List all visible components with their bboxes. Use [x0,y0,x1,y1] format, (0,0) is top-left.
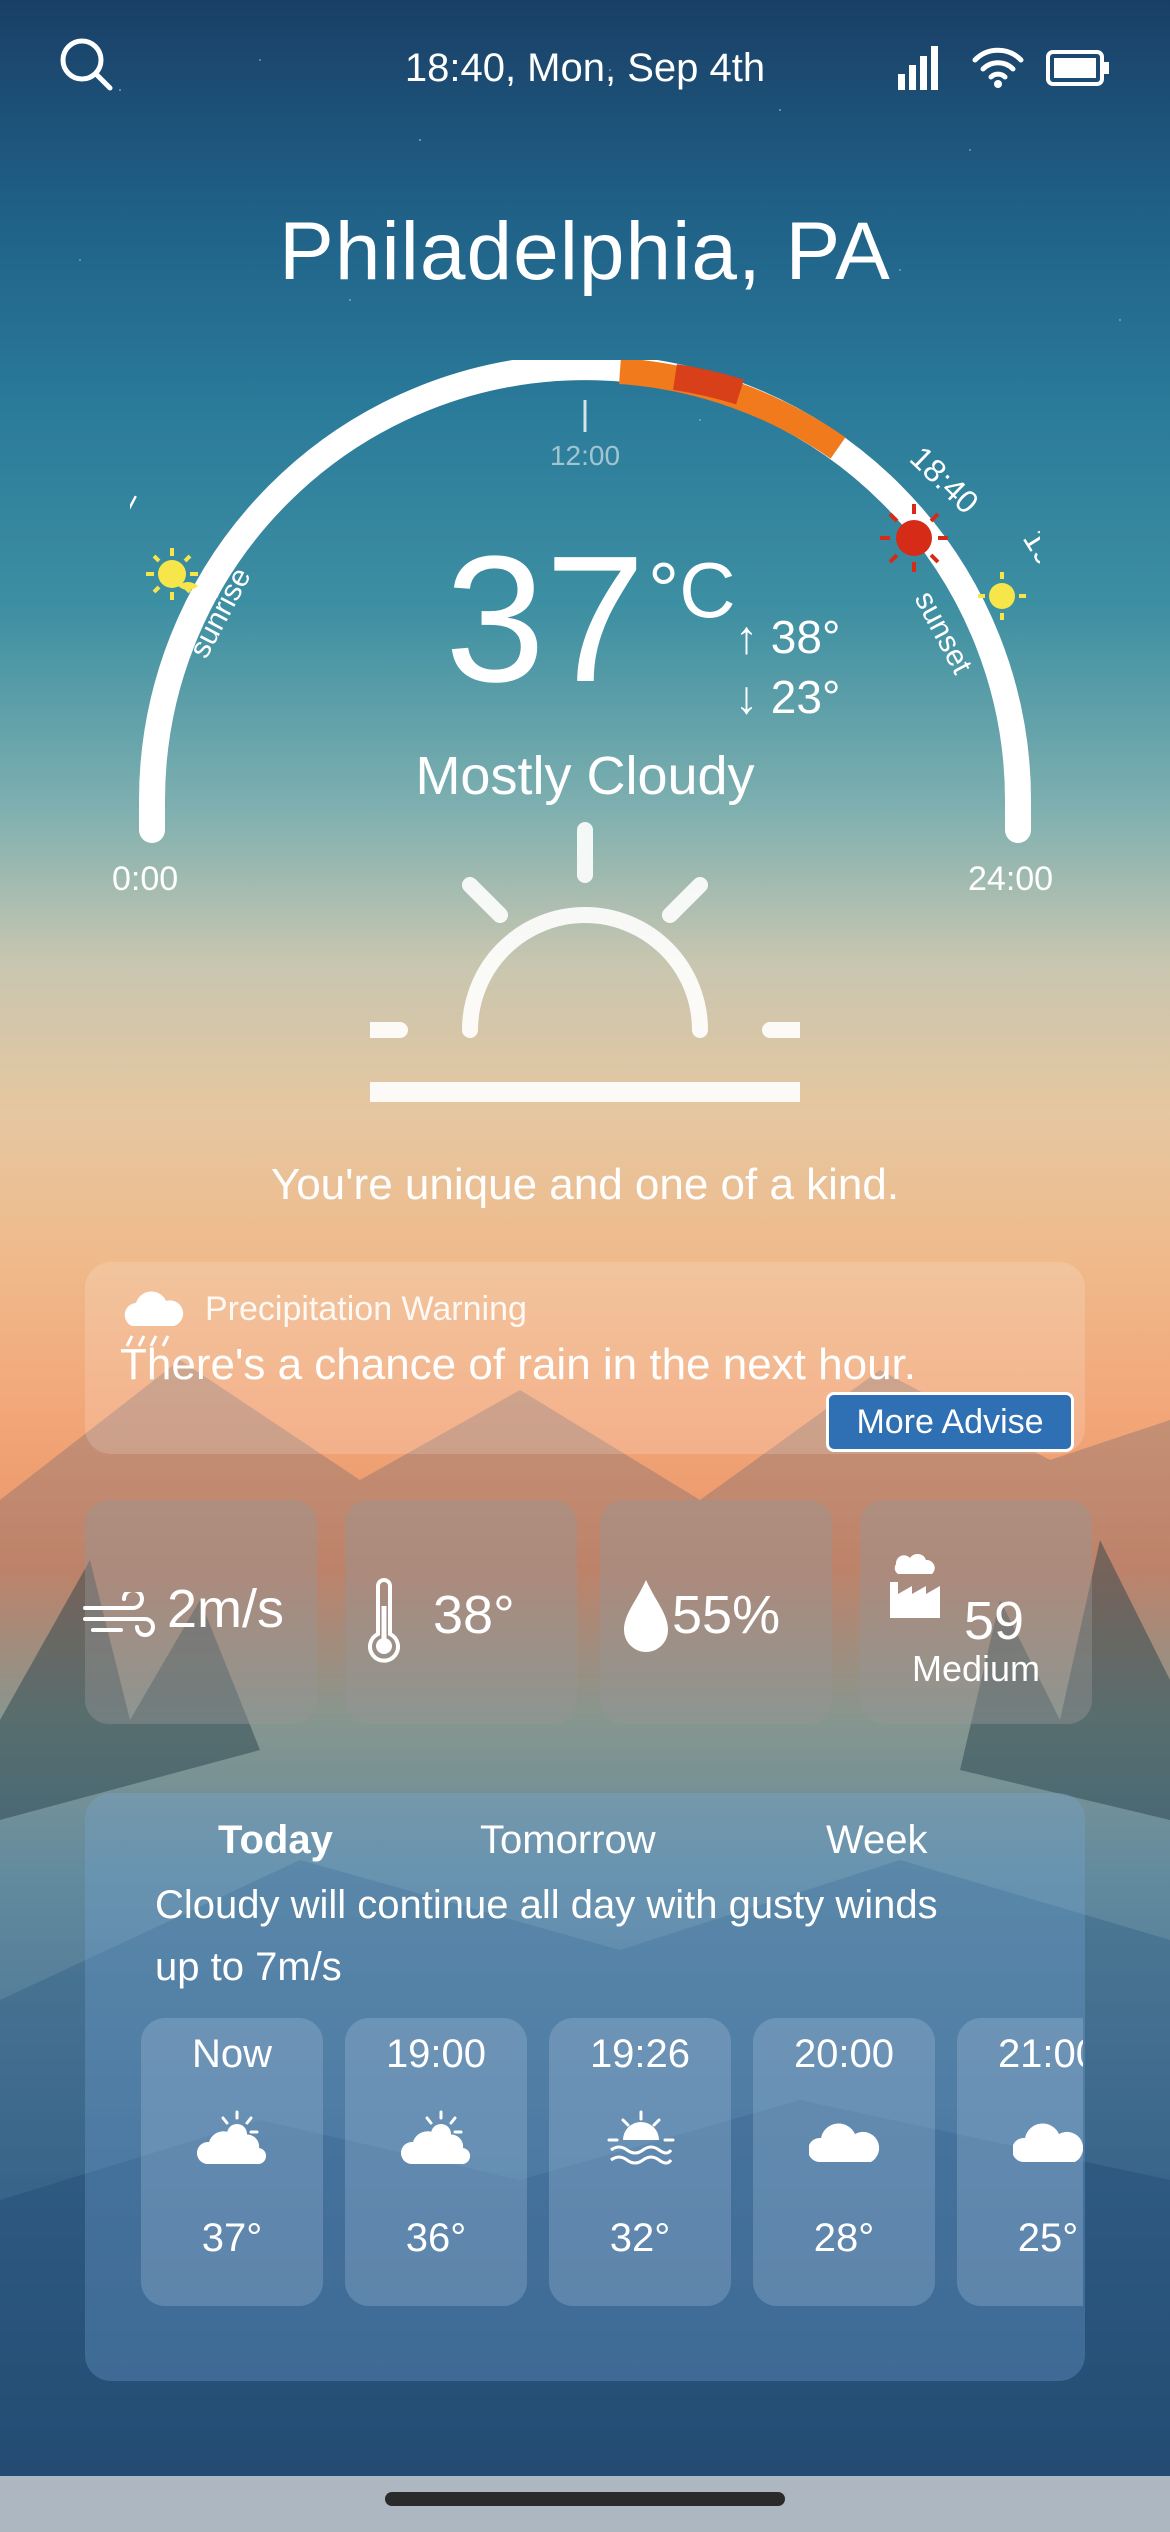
sunrise-icon [370,822,800,1102]
sunset-icon [607,2110,675,2165]
partly-cloudy-icon [401,2110,471,2165]
wind-icon [83,1592,155,1637]
hour-temp: 32° [609,2216,671,2260]
hour-card[interactable]: 20:00 28° [753,2018,935,2306]
warning-title: Precipitation Warning [205,1290,527,1328]
aqi-value: 59 [964,1591,1025,1651]
air-quality-tile[interactable]: 59 Medium [860,1500,1092,1724]
wifi-icon [972,47,1024,88]
hour-time: 19:00 [385,2032,487,2076]
condition-text: Mostly Cloudy [415,746,755,806]
hour-card[interactable]: 19:26 32° [549,2018,731,2306]
tab-week[interactable]: Week [826,1818,928,1863]
hour-temp: 25° [1017,2216,1079,2260]
home-indicator[interactable] [385,2492,785,2506]
high-temperature: ↑ 38° [735,611,841,663]
hour-time: Now [191,2032,273,2076]
water-drop-icon [624,1580,668,1652]
hourly-forecast-list[interactable]: Now 37° 19:00 36° 19:26 32° 20:00 28° 21… [141,2018,1083,2308]
sunrise-time: 06:32 [130,482,144,570]
forecast-summary: Cloudy will continue all day with gusty … [155,1883,938,1989]
cloud-icon [809,2123,880,2162]
hour-card[interactable]: 19:00 36° [345,2018,527,2306]
hour-card[interactable]: Now 37° [141,2018,323,2306]
hour-time: 20:00 [793,2032,895,2076]
hour-temp: 37° [201,2216,263,2260]
feels-like-temperature: 38° [433,1585,515,1645]
humidity-value: 55% [672,1585,781,1645]
sunrise-sun-icon [146,548,198,600]
hour-temp: 36° [405,2216,467,2260]
current-temperature: 37 [445,519,646,720]
hour-temp: 28° [813,2216,875,2260]
hour-time: 19:26 [589,2032,691,2076]
battery-icon [1046,50,1109,86]
city-name: Philadelphia, PA [279,206,891,297]
noon-label: 12:00 [549,440,621,471]
hour-card[interactable]: 21:00 25° [957,2018,1083,2306]
temperature-unit: °C [648,546,736,634]
day-start-label: 0:00 [112,860,179,898]
hour-time: 21:00 [997,2032,1083,2076]
humidity-tile[interactable]: 55% [600,1500,832,1724]
signal-icon [898,46,938,90]
wind-tile[interactable]: 2m/s [83,1500,317,1724]
daily-quote: You're unique and one of a kind. [270,1160,900,1209]
tab-tomorrow[interactable]: Tomorrow [480,1818,656,1863]
warning-text: There's a chance of rain in the next hou… [120,1340,916,1389]
more-advise-button[interactable]: More Advise [826,1392,1074,1452]
tab-today[interactable]: Today [218,1818,333,1863]
partly-cloudy-icon [197,2110,267,2165]
aqi-label: Medium [911,1648,1041,1689]
factory-icon [890,1553,940,1618]
thermometer-icon [368,1578,400,1663]
cloud-icon [1013,2123,1083,2162]
wind-speed: 2m/s [167,1579,285,1639]
low-temperature: ↓ 23° [735,671,841,723]
feels-like-tile[interactable]: 38° [345,1500,577,1724]
day-end-label: 24:00 [968,860,1054,898]
